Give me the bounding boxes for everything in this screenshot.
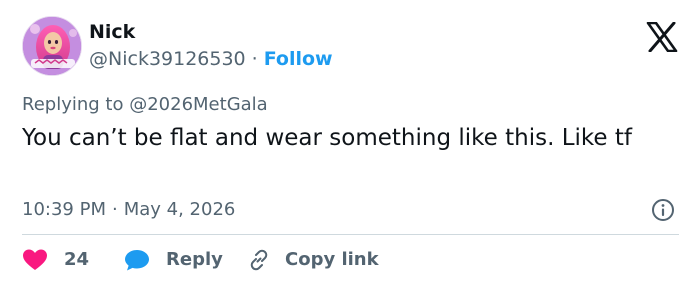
reply-button[interactable]: Reply xyxy=(124,248,247,272)
handle-separator: · xyxy=(251,48,258,70)
replying-mention[interactable]: @2026MetGala xyxy=(129,94,267,115)
author-handle[interactable]: @Nick39126530 xyxy=(89,48,246,70)
replying-prefix: Replying to xyxy=(22,94,124,115)
x-logo-icon[interactable] xyxy=(646,22,678,52)
tweet-card: Nick @Nick39126530 · Follow Replying to @2… xyxy=(0,0,700,287)
author-name[interactable]: Nick xyxy=(89,20,135,44)
reply-bubble-icon xyxy=(125,250,149,271)
timestamp-separator: · xyxy=(111,199,118,220)
replying-to: Replying to @2026MetGala xyxy=(22,93,268,117)
reply-label: Reply xyxy=(166,249,223,270)
tweet-text: You can’t be flat and wear something lik… xyxy=(22,125,632,151)
tweet-time: 10:39 PM xyxy=(22,199,106,220)
author-handle-row: @Nick39126530 · Follow xyxy=(89,47,333,71)
action-bar: 24 Reply Copy link xyxy=(22,246,379,274)
tweet-date: May 4, 2026 xyxy=(123,199,236,220)
heart-icon xyxy=(23,249,47,270)
copy-link-button[interactable]: Copy link xyxy=(247,248,379,272)
tweet-timestamp[interactable]: 10:39 PM · May 4, 2026 xyxy=(22,198,235,222)
avatar[interactable] xyxy=(22,16,82,76)
like-button[interactable]: 24 xyxy=(22,248,124,272)
link-icon xyxy=(250,249,268,271)
divider xyxy=(22,234,679,235)
like-count: 24 xyxy=(64,249,90,270)
info-icon[interactable] xyxy=(651,198,675,222)
follow-button[interactable]: Follow xyxy=(264,48,333,70)
copy-link-label: Copy link xyxy=(285,249,379,270)
avatar-image xyxy=(23,17,81,75)
